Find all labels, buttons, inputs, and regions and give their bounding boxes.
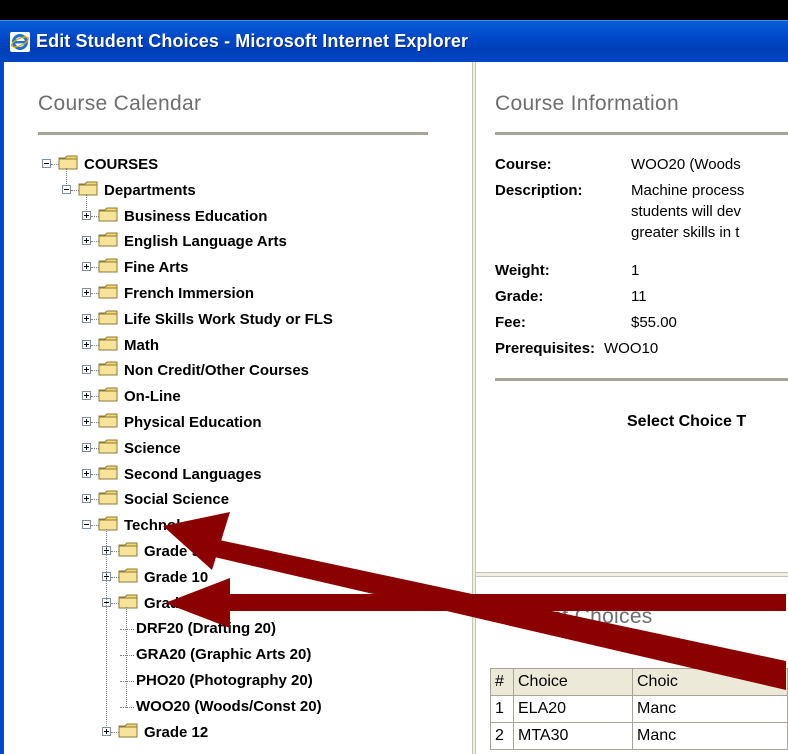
annotation-arrows bbox=[163, 512, 786, 690]
arrow-to-grade-11 bbox=[165, 578, 786, 628]
ie-window: Edit Student Choices - Microsoft Interne… bbox=[0, 0, 788, 754]
